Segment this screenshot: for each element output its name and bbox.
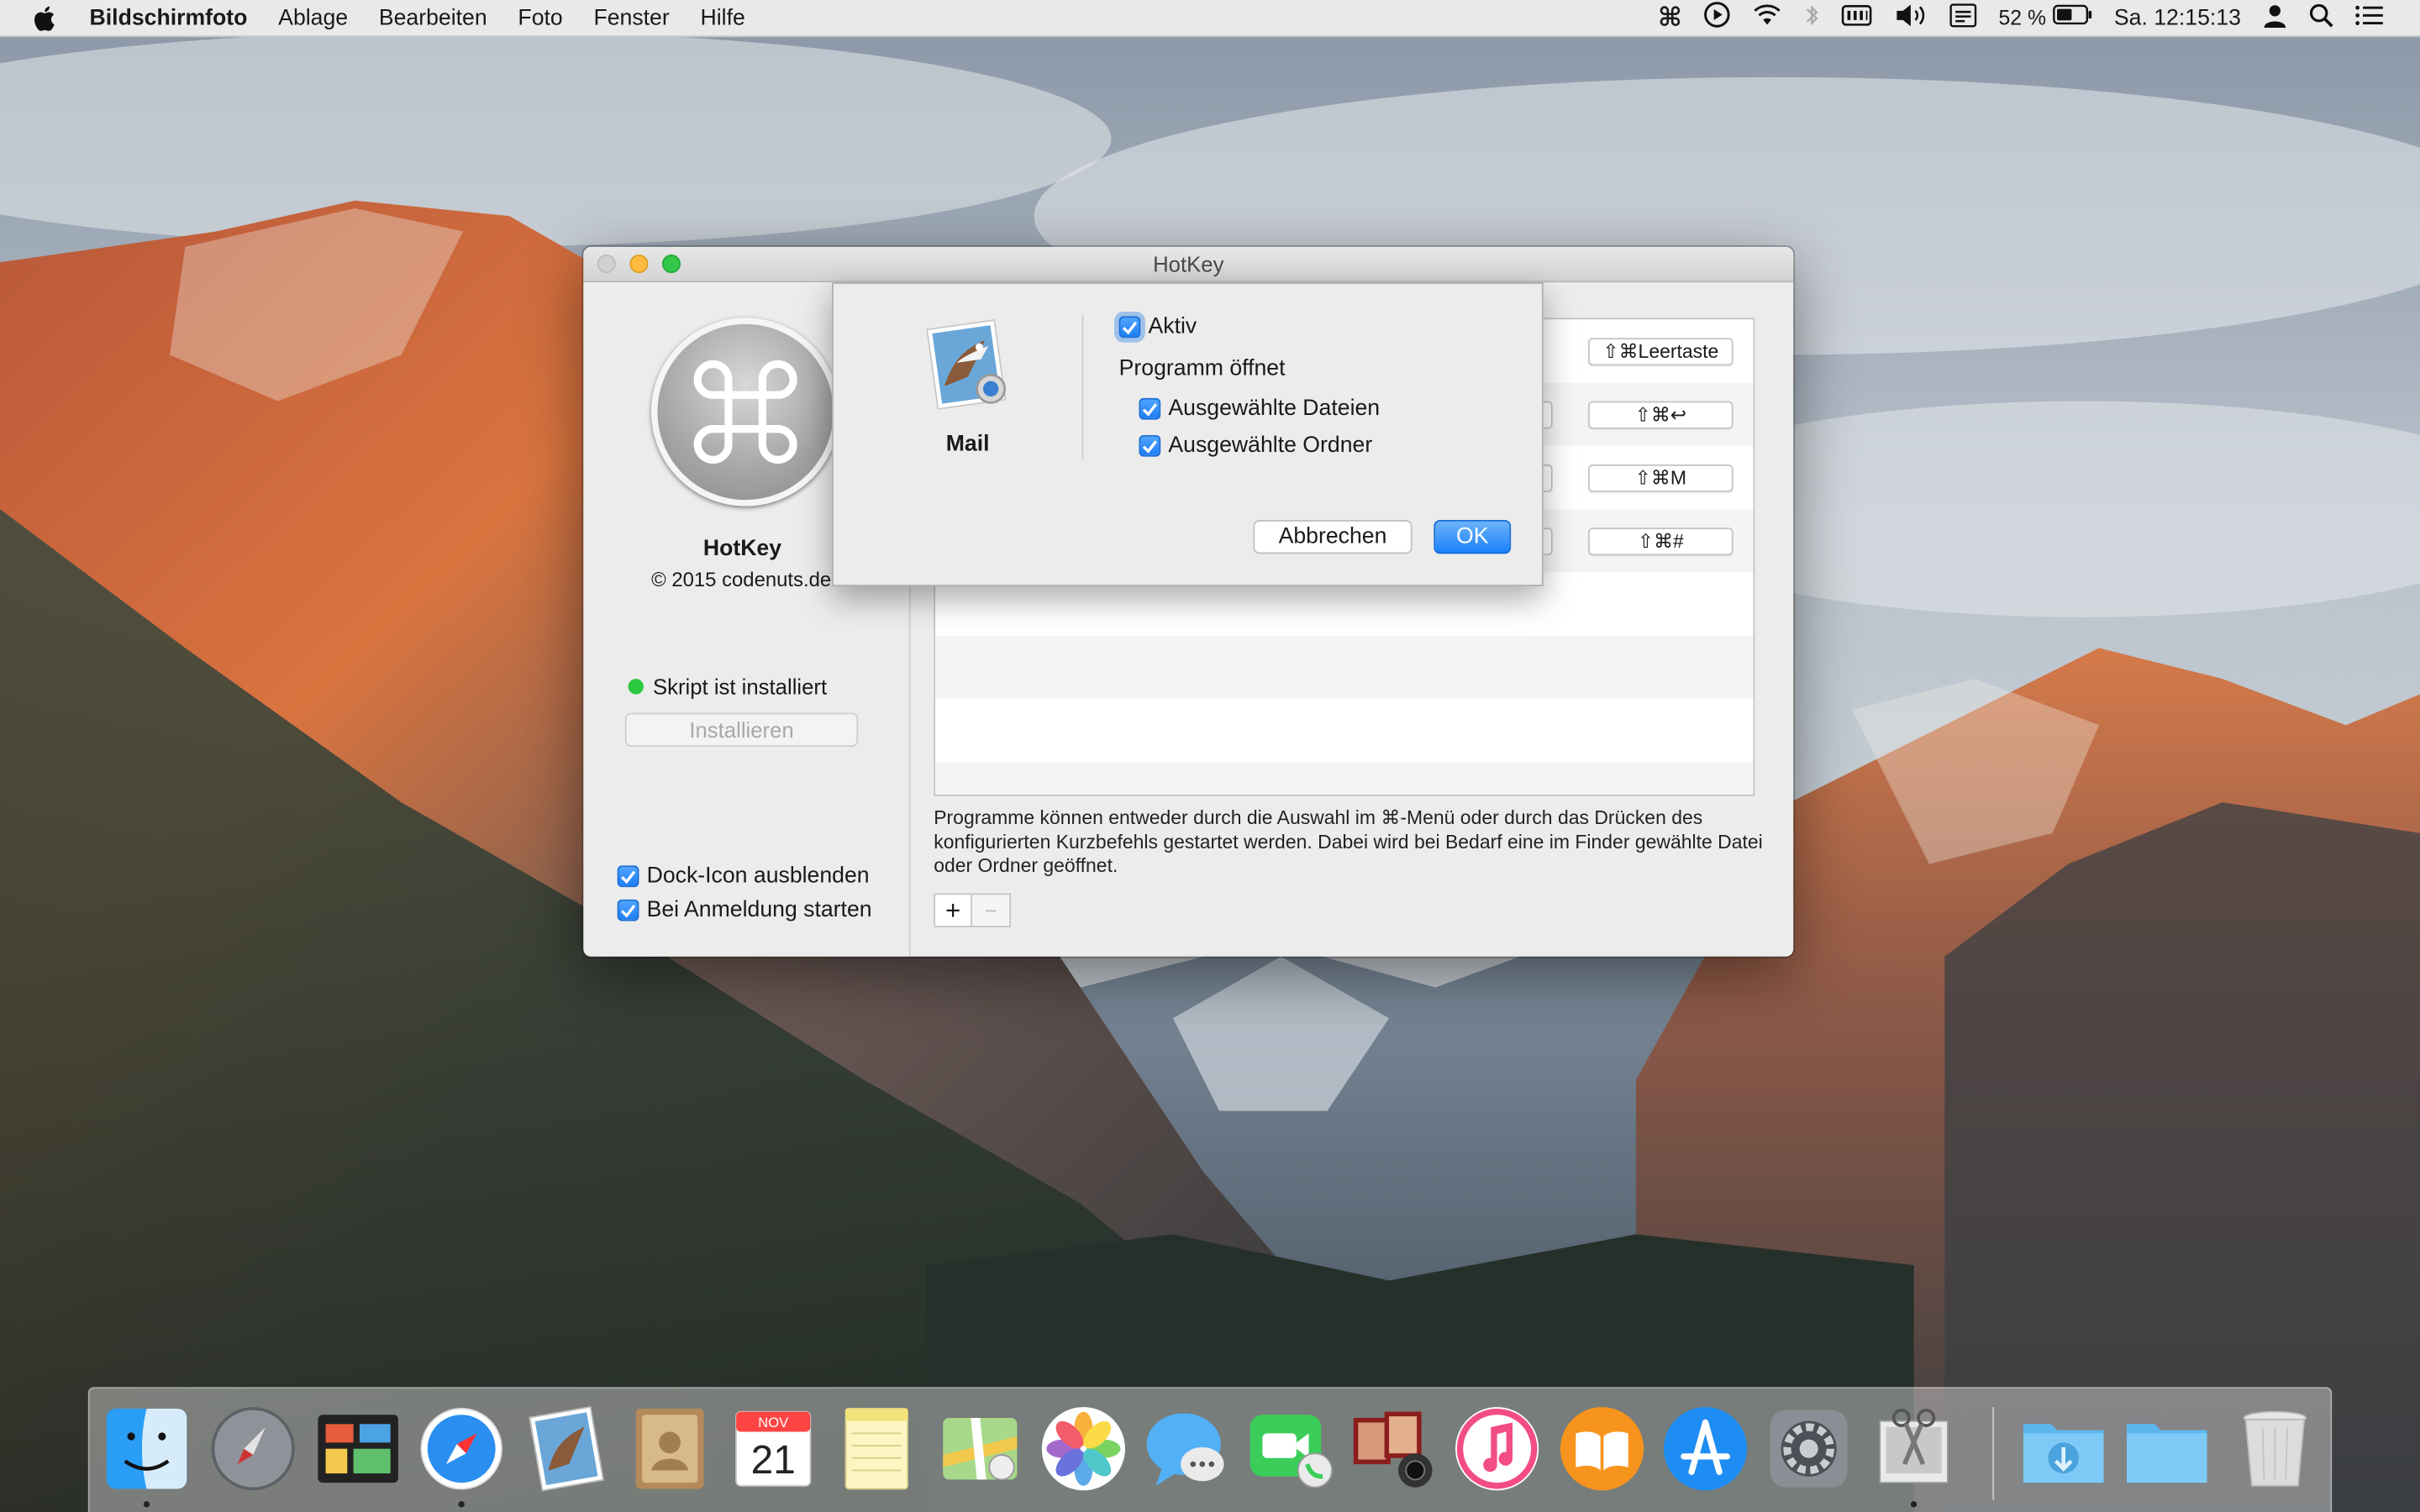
notification-center-icon[interactable] bbox=[2355, 4, 2383, 32]
bluetooth-icon[interactable] bbox=[1804, 3, 1819, 34]
mail-app-icon bbox=[920, 315, 1019, 414]
downloads-folder-icon[interactable] bbox=[2018, 1403, 2110, 1495]
shortcut-field[interactable]: ⇧⌘# bbox=[1588, 528, 1733, 556]
running-indicator bbox=[143, 1501, 150, 1508]
shortcut-field[interactable]: ⇧⌘M bbox=[1588, 464, 1733, 492]
calendar-month: NOV bbox=[758, 1415, 788, 1431]
shortcut-field[interactable]: ⇧⌘↩ bbox=[1588, 401, 1733, 429]
volume-icon[interactable] bbox=[1894, 3, 1928, 34]
battery-icon[interactable] bbox=[2052, 4, 2092, 31]
shortcut-field[interactable]: ⇧⌘Leertaste bbox=[1588, 338, 1733, 366]
battery-percentage[interactable]: 52 % bbox=[1999, 6, 2047, 29]
calendar-icon[interactable]: NOV 21 bbox=[727, 1403, 819, 1495]
status-green-dot-icon bbox=[628, 679, 644, 695]
facetime-icon[interactable] bbox=[1244, 1403, 1336, 1495]
photo-booth-icon[interactable] bbox=[1347, 1403, 1439, 1495]
calendar-day: 21 bbox=[751, 1438, 796, 1483]
selected-files-label: Ausgewählte Dateien bbox=[1168, 396, 1381, 422]
menu-ablage[interactable]: Ablage bbox=[278, 5, 348, 29]
menu-hilfe[interactable]: Hilfe bbox=[701, 5, 745, 29]
add-button[interactable]: + bbox=[934, 893, 973, 927]
keyboard-viewer-icon[interactable] bbox=[1949, 3, 1977, 34]
checkmark-icon[interactable] bbox=[1139, 434, 1161, 457]
selected-files-checkbox[interactable]: Ausgewählte Dateien bbox=[1139, 396, 1381, 422]
start-at-login-label: Bei Anmeldung starten bbox=[646, 897, 872, 923]
launchpad-icon[interactable] bbox=[207, 1403, 299, 1495]
window-minimize-button[interactable] bbox=[629, 255, 649, 274]
edit-hotkey-sheet: Mail Aktiv Programm öffnet Ausgewählte D… bbox=[832, 282, 1544, 586]
menu-foto[interactable]: Foto bbox=[518, 5, 562, 29]
menu-bearbeiten[interactable]: Bearbeiten bbox=[379, 5, 487, 29]
cancel-button[interactable]: Abbrechen bbox=[1253, 519, 1413, 554]
app-store-icon[interactable] bbox=[1659, 1403, 1751, 1495]
script-status: Skript ist installiert bbox=[628, 674, 828, 700]
memory-status-icon[interactable] bbox=[1841, 4, 1872, 32]
screenshot-app-icon[interactable] bbox=[1867, 1403, 1960, 1495]
photos-icon[interactable] bbox=[1037, 1403, 1129, 1495]
minus-icon: − bbox=[984, 897, 997, 923]
finder-icon[interactable] bbox=[100, 1403, 192, 1495]
menu-clock[interactable]: Sa. 12:15:13 bbox=[2114, 5, 2241, 29]
documents-folder-icon[interactable] bbox=[2121, 1403, 2213, 1495]
selected-folders-label: Ausgewählte Ordner bbox=[1168, 433, 1373, 459]
plus-icon: + bbox=[945, 895, 961, 926]
spotlight-search-icon[interactable] bbox=[2309, 3, 2333, 34]
active-label: Aktiv bbox=[1148, 314, 1197, 340]
window-title: HotKey bbox=[1153, 251, 1224, 276]
dock: NOV 21 bbox=[87, 1387, 2333, 1512]
running-indicator bbox=[1910, 1501, 1918, 1508]
window-zoom-button[interactable] bbox=[661, 255, 681, 274]
menu-bar: Bildschirmfoto Ablage Bearbeiten Foto Fe… bbox=[0, 0, 2420, 38]
program-opens-label: Programm öffnet bbox=[1118, 356, 1286, 381]
sheet-divider bbox=[1081, 314, 1084, 460]
dock-separator bbox=[1992, 1407, 1995, 1500]
sheet-app-name: Mail bbox=[945, 432, 990, 457]
ok-button[interactable]: OK bbox=[1434, 519, 1512, 554]
ibooks-icon[interactable] bbox=[1555, 1403, 1648, 1495]
messages-icon[interactable] bbox=[1140, 1403, 1233, 1495]
running-indicator bbox=[458, 1501, 465, 1508]
checkmark-icon[interactable] bbox=[1118, 316, 1141, 339]
hide-dock-icon-checkbox[interactable]: Dock-Icon ausblenden bbox=[617, 864, 870, 889]
table-row bbox=[935, 635, 1754, 700]
table-row bbox=[935, 762, 1754, 795]
hide-dock-icon-label: Dock-Icon ausblenden bbox=[646, 864, 870, 889]
play-status-icon[interactable] bbox=[1704, 2, 1730, 34]
description-text: Programme können entweder durch die Ausw… bbox=[934, 806, 1763, 877]
notes-icon[interactable] bbox=[830, 1403, 923, 1495]
safari-icon[interactable] bbox=[415, 1403, 508, 1495]
mission-control-icon[interactable] bbox=[312, 1403, 404, 1495]
sidebar-copyright: © 2015 codenuts.de bbox=[651, 567, 832, 591]
wifi-icon[interactable] bbox=[1752, 3, 1783, 33]
window-close-button[interactable] bbox=[597, 255, 616, 274]
menu-app-name[interactable]: Bildschirmfoto bbox=[90, 5, 248, 29]
trash-icon[interactable] bbox=[2228, 1403, 2321, 1495]
start-at-login-checkbox[interactable]: Bei Anmeldung starten bbox=[617, 897, 872, 923]
window-titlebar[interactable]: HotKey bbox=[583, 246, 1794, 283]
itunes-icon[interactable] bbox=[1451, 1403, 1544, 1495]
install-button[interactable]: Installieren bbox=[624, 712, 859, 747]
checkmark-icon[interactable] bbox=[1139, 397, 1161, 420]
add-remove-control: + − bbox=[934, 893, 1012, 927]
table-row bbox=[935, 699, 1753, 762]
hotkey-menu-icon[interactable]: ⌘ bbox=[1658, 3, 1682, 34]
checkmark-icon[interactable] bbox=[617, 899, 639, 921]
user-icon[interactable] bbox=[2263, 3, 2287, 34]
active-checkbox[interactable]: Aktiv bbox=[1118, 314, 1197, 340]
contacts-icon[interactable] bbox=[623, 1403, 716, 1495]
menu-fenster[interactable]: Fenster bbox=[593, 5, 669, 29]
mail-icon[interactable] bbox=[520, 1403, 613, 1495]
maps-icon[interactable] bbox=[934, 1403, 1026, 1495]
checkmark-icon[interactable] bbox=[617, 865, 639, 888]
remove-button[interactable]: − bbox=[972, 893, 1012, 927]
script-status-label: Skript ist installiert bbox=[652, 674, 828, 700]
apple-menu-icon[interactable] bbox=[34, 5, 55, 30]
selected-folders-checkbox[interactable]: Ausgewählte Ordner bbox=[1139, 433, 1373, 459]
hotkey-app-icon bbox=[651, 318, 840, 507]
system-preferences-icon[interactable] bbox=[1763, 1403, 1855, 1495]
